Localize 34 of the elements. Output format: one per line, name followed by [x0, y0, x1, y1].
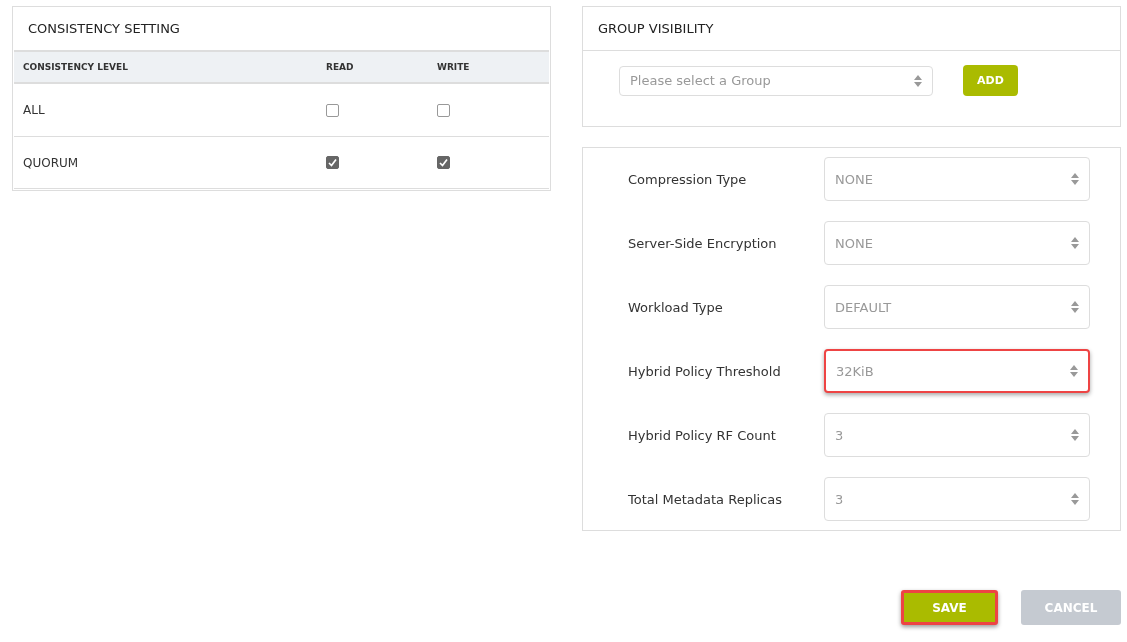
card-title: GROUP VISIBILITY	[597, 20, 715, 38]
column-header: WRITE	[437, 62, 471, 72]
write-checkbox[interactable]	[437, 103, 450, 117]
column-header: READ	[326, 62, 355, 72]
setting-select[interactable]: 32KiB	[824, 349, 1090, 393]
setting-select[interactable]: NONE	[824, 221, 1090, 265]
setting-select[interactable]: 3	[824, 477, 1090, 521]
write-checkbox[interactable]	[437, 156, 450, 169]
table-cell-text: QUORUM	[23, 155, 80, 170]
sort-arrows-icon	[914, 74, 922, 87]
sort-arrows-icon	[1071, 301, 1079, 313]
sort-arrows-icon	[1071, 493, 1079, 505]
setting-select[interactable]: NONE	[824, 157, 1090, 201]
sort-arrows-icon	[1071, 429, 1079, 441]
read-checkbox[interactable]	[326, 156, 339, 169]
card-title: CONSISTENCY SETTING	[27, 20, 181, 38]
setting-select[interactable]: DEFAULT	[824, 285, 1090, 329]
setting-label: Hybrid Policy Threshold	[628, 363, 781, 379]
cancel-button[interactable]: CANCEL	[1021, 590, 1121, 625]
setting-label: Compression Type	[628, 171, 747, 187]
setting-label: Hybrid Policy RF Count	[628, 427, 776, 443]
table-cell-text: ALL	[23, 103, 46, 117]
sort-arrows-icon	[1070, 365, 1078, 377]
save-button[interactable]: SAVE	[901, 590, 998, 625]
read-checkbox[interactable]	[326, 103, 339, 117]
setting-select[interactable]: 3	[824, 413, 1090, 457]
setting-label: Workload Type	[628, 299, 723, 315]
setting-label: Total Metadata Replicas	[628, 491, 782, 507]
setting-label: Server-Side Encryption	[628, 235, 777, 251]
column-header: CONSISTENCY LEVEL	[23, 62, 129, 72]
sort-arrows-icon	[1071, 173, 1079, 185]
group-select[interactable]: Please select a Group	[619, 65, 933, 96]
add-button[interactable]: ADD	[963, 65, 1018, 96]
sort-arrows-icon	[1071, 237, 1079, 249]
